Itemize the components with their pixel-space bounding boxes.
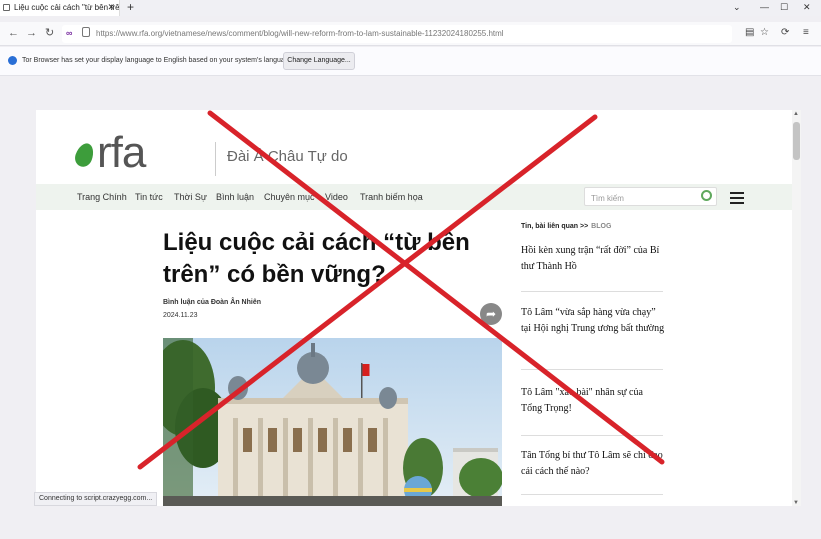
divider — [521, 291, 663, 292]
tab-title: Liệu cuộc cải cách "từ bên trên" — [14, 3, 120, 12]
notification-bar: Tor Browser has set your display languag… — [0, 47, 821, 76]
opera-house-image — [163, 338, 502, 506]
page-scrollbar[interactable]: ▲ ▼ — [792, 110, 801, 506]
logo-divider — [215, 142, 216, 176]
menu-item-chuyen-muc[interactable]: Chuyên mục — [264, 192, 315, 202]
reload-icon[interactable]: ↻ — [45, 26, 54, 40]
reader-view-icon[interactable]: ▤ — [745, 27, 754, 39]
search-box — [584, 187, 717, 207]
site-menu: Trang Chính Tin tức Thời Sự Bình luận Ch… — [36, 184, 792, 210]
minimize-icon[interactable]: — — [760, 0, 769, 14]
scroll-thumb[interactable] — [793, 122, 800, 160]
browser-tab[interactable]: Liệu cuộc cải cách "từ bên trên" ✕ — [0, 0, 120, 16]
close-window-icon[interactable]: ✕ — [803, 0, 811, 14]
related-item-3[interactable]: Tô Lâm "xào bài" nhân sự của Tổng Trọng! — [521, 385, 666, 417]
menu-item-trang-chinh[interactable]: Trang Chính — [77, 192, 127, 202]
bookmark-star-icon[interactable]: ☆ — [760, 27, 769, 39]
page-icon — [3, 4, 10, 11]
divider — [521, 369, 663, 370]
new-identity-icon[interactable]: ⟳ — [781, 27, 789, 39]
site-tagline: Đài Á Châu Tự do — [227, 148, 348, 165]
related-item-2[interactable]: Tô Lâm “vừa sắp hàng vừa chạy” tại Hội n… — [521, 305, 666, 337]
status-bar: Connecting to script.crazyegg.com... — [34, 492, 158, 506]
menu-item-thoi-su[interactable]: Thời Sự — [174, 192, 207, 202]
article-byline[interactable]: Bình luận của Đoàn Ân Nhiên — [163, 299, 261, 306]
rfa-leaf-icon — [72, 140, 97, 170]
menu-item-tin-tuc[interactable]: Tin tức — [135, 192, 163, 202]
menu-item-binh-luan[interactable]: Bình luận — [216, 192, 254, 202]
article-date: 2024.11.23 — [163, 312, 198, 319]
url-text[interactable]: https://www.rfa.org/vietnamese/news/comm… — [96, 29, 504, 38]
menu-icon[interactable]: ≡ — [803, 27, 809, 39]
forward-icon[interactable]: → — [26, 26, 37, 40]
divider — [521, 494, 663, 495]
menu-item-video[interactable]: Video — [325, 192, 348, 202]
menu-item-tranh-biem-hoa[interactable]: Tranh biếm họa — [360, 192, 423, 202]
chevron-down-icon[interactable]: ⌄ — [733, 0, 741, 14]
back-icon[interactable]: ← — [8, 26, 19, 40]
change-language-button[interactable]: Change Language... — [283, 52, 355, 70]
related-item-1[interactable]: Hồi kèn xung trận “rất đời” của Bí thư T… — [521, 243, 666, 275]
info-icon — [8, 56, 17, 65]
search-input[interactable] — [585, 190, 695, 207]
article-photo — [163, 338, 502, 506]
maximize-icon[interactable]: ☐ — [780, 0, 788, 14]
web-page: rfa Đài Á Châu Tự do Trang Chính Tin tức… — [36, 110, 792, 506]
article-headline: Liệu cuộc cải cách “từ bên trên” có bền … — [163, 229, 470, 288]
scroll-up-icon[interactable]: ▲ — [793, 111, 799, 117]
blog-tag: BLOG — [591, 223, 612, 230]
new-tab-button[interactable]: + — [127, 0, 134, 14]
related-articles: Tin, bài liên quan >> BLOG Hồi kèn xung t… — [521, 223, 666, 495]
tab-bar: Liệu cuộc cải cách "từ bên trên" ✕ + ⌄ —… — [0, 0, 821, 16]
hamburger-menu-icon[interactable] — [730, 192, 744, 204]
related-heading[interactable]: Tin, bài liên quan >> BLOG — [521, 223, 666, 230]
logo-text: rfa — [97, 128, 146, 177]
search-icon[interactable] — [701, 190, 712, 201]
address-bar[interactable]: ∞ https://www.rfa.org/vietnamese/news/co… — [62, 25, 732, 43]
close-icon[interactable]: ✕ — [107, 2, 115, 13]
related-item-4[interactable]: Tân Tổng bí thư Tô Lâm sẽ chỉ đạo cải cá… — [521, 448, 666, 480]
share-icon[interactable]: ➦ — [480, 303, 502, 325]
navigation-bar: ← → ↻ ∞ https://www.rfa.org/vietnamese/n… — [0, 22, 821, 46]
scroll-down-icon[interactable]: ▼ — [793, 500, 799, 506]
notification-text: Tor Browser has set your display languag… — [22, 57, 295, 64]
onion-icon[interactable]: ∞ — [66, 28, 72, 38]
page-info-icon[interactable] — [82, 27, 90, 37]
divider — [521, 435, 663, 436]
